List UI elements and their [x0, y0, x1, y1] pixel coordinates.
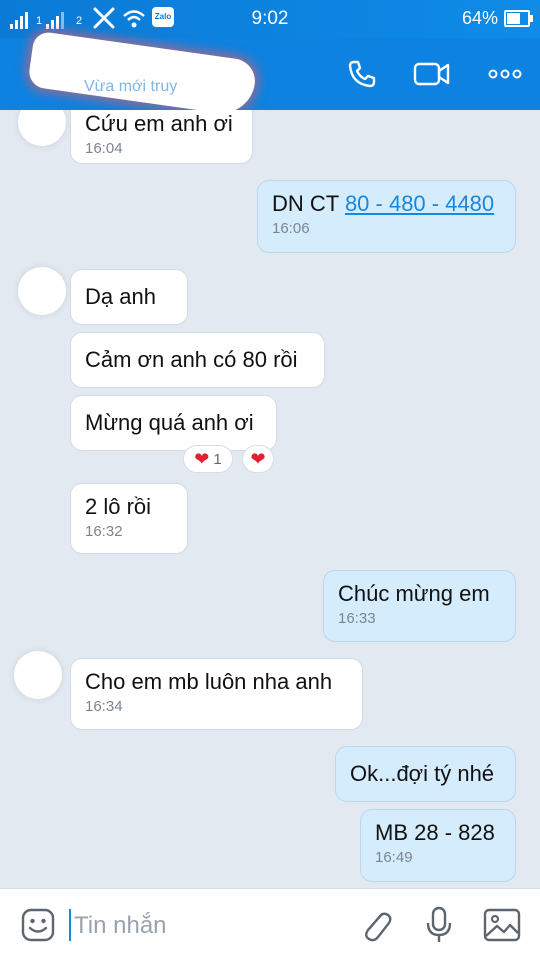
- message-text: 2 lô rồi: [85, 494, 152, 519]
- phone-icon: [348, 60, 376, 88]
- phone-number-link[interactable]: 80 - 480 - 4480: [345, 191, 494, 216]
- message-time: 16:06: [272, 220, 310, 237]
- incoming-message[interactable]: Cảm ơn anh có 80 rồi: [70, 332, 325, 388]
- battery-percentage: 64%: [461, 8, 498, 28]
- message-time: 16:33: [338, 610, 376, 627]
- attach-button[interactable]: [356, 905, 396, 945]
- heart-icon: ❤: [250, 449, 266, 469]
- call-button[interactable]: [342, 56, 382, 92]
- incoming-message[interactable]: Cho em mb luôn nha anh 16:34: [70, 658, 363, 730]
- video-camera-icon: [413, 62, 450, 86]
- heart-icon: ❤: [194, 449, 210, 469]
- text-cursor: [69, 909, 71, 941]
- message-text: Cho em mb luôn nha anh: [85, 669, 333, 694]
- message-text: Mừng quá anh ơi: [85, 410, 254, 435]
- incoming-message[interactable]: Mừng quá anh ơi: [70, 395, 277, 451]
- contact-avatar[interactable]: [18, 110, 66, 146]
- more-dots-icon: [488, 69, 522, 79]
- last-seen-status: Vừa mới truy: [84, 78, 178, 95]
- battery-icon: [504, 10, 533, 27]
- message-text: Cảm ơn anh có 80 rồi: [85, 347, 298, 372]
- reaction-summary[interactable]: ❤ 1: [183, 445, 233, 473]
- outgoing-message[interactable]: DN CT 80 - 480 - 4480 16:06: [257, 180, 516, 253]
- message-input[interactable]: [72, 907, 346, 945]
- incoming-message[interactable]: Cứu em anh ơi 16:04: [70, 110, 253, 164]
- outgoing-message[interactable]: Chúc mừng em 16:33: [323, 570, 516, 642]
- contact-avatar[interactable]: [14, 651, 62, 699]
- voice-message-button[interactable]: [419, 905, 459, 945]
- clock: 9:02: [251, 8, 289, 29]
- outgoing-message[interactable]: Ok...đợi tý nhé: [335, 746, 516, 802]
- outgoing-message[interactable]: MB 28 - 828 16:49: [360, 809, 516, 882]
- message-list[interactable]: Cứu em anh ơi 16:04 DN CT 80 - 480 - 448…: [0, 110, 540, 888]
- sticker-icon: [21, 908, 55, 942]
- message-text: Chúc mừng em: [338, 581, 490, 606]
- incoming-message[interactable]: Dạ anh: [70, 269, 188, 325]
- more-options-button[interactable]: [485, 56, 525, 92]
- incoming-message[interactable]: 2 lô rồi 16:32: [70, 483, 188, 554]
- redacted-contact-name: [27, 30, 258, 118]
- message-text: DN CT: [272, 191, 345, 216]
- sticker-button[interactable]: [18, 905, 58, 945]
- image-picker-button[interactable]: [482, 905, 522, 945]
- image-icon: [483, 908, 521, 942]
- chat-header: Vừa mới truy: [0, 30, 540, 118]
- contact-avatar[interactable]: [18, 267, 66, 315]
- message-text: Dạ anh: [85, 284, 156, 309]
- reaction-count: 1: [213, 450, 222, 468]
- message-composer: [0, 888, 540, 961]
- status-bar: 1 2 Zalo 9:02 64%: [0, 0, 540, 38]
- message-time: 16:34: [85, 698, 123, 715]
- microphone-icon: [426, 906, 452, 942]
- message-time: 16:32: [85, 523, 123, 540]
- add-reaction-button[interactable]: ❤: [242, 445, 274, 473]
- message-time: 16:49: [375, 849, 413, 866]
- paperclip-icon: [365, 912, 392, 942]
- message-text: MB 28 - 828: [375, 820, 495, 845]
- message-text: Ok...đợi tý nhé: [350, 761, 495, 786]
- message-text: Cứu em anh ơi: [85, 111, 233, 136]
- message-time: 16:04: [85, 140, 123, 157]
- video-call-button[interactable]: [412, 56, 452, 92]
